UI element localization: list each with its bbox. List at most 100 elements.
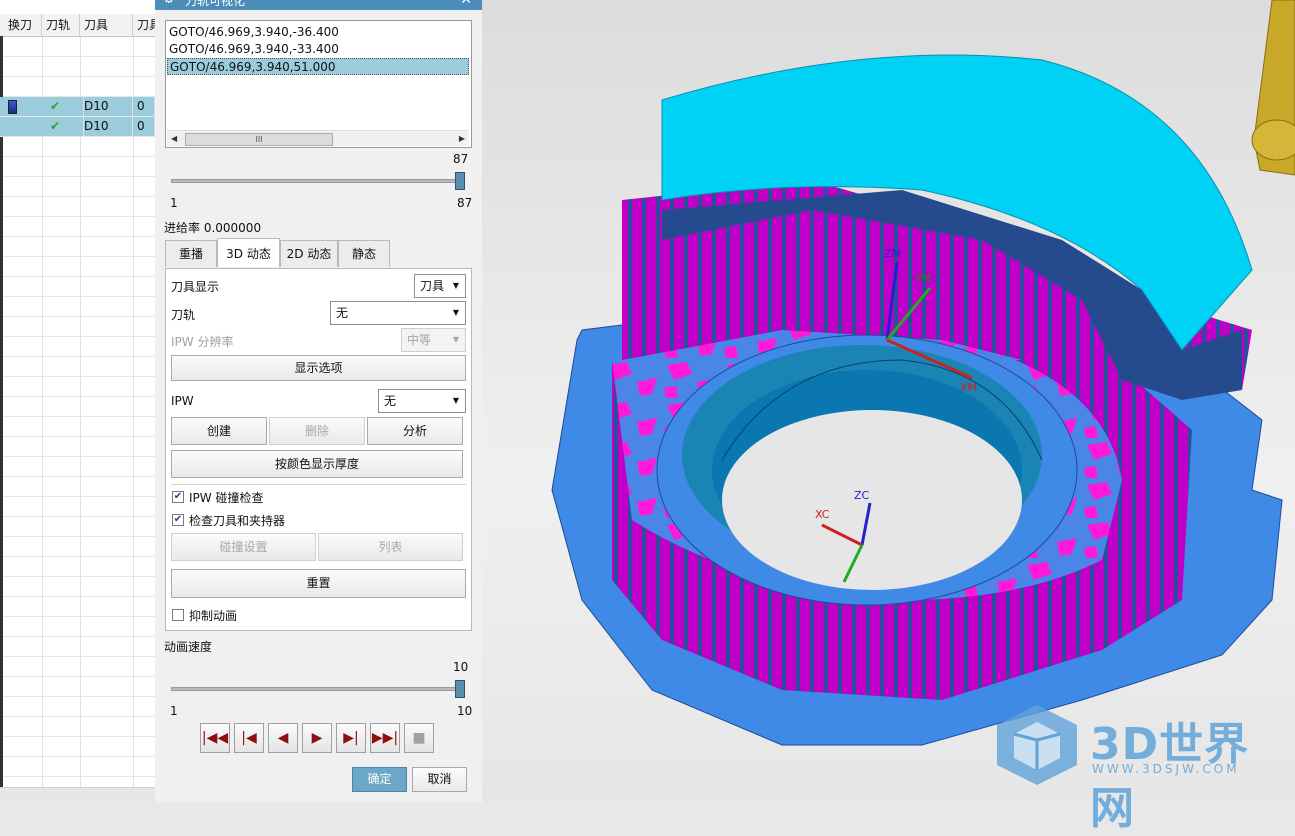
grid-line xyxy=(80,757,81,776)
cancel-button[interactable]: 取消 xyxy=(412,767,467,792)
list-button[interactable]: 列表 xyxy=(318,533,463,561)
scroll-thumb[interactable]: III xyxy=(185,133,333,146)
speed-slider-thumb[interactable] xyxy=(455,680,465,698)
empty-row xyxy=(0,677,155,697)
fast-forward-button[interactable]: ▶▶| xyxy=(370,723,400,753)
line-slider-max: 87 xyxy=(457,196,473,210)
grid-line xyxy=(42,137,43,156)
ipw-resolution-dropdown[interactable]: 中等 ▼ xyxy=(401,328,466,352)
grid-line xyxy=(80,377,81,396)
tool-number-cell: 0 xyxy=(133,97,155,116)
speed-slider-track[interactable] xyxy=(171,687,465,691)
toolpath-dropdown[interactable]: 无 ▼ xyxy=(330,301,466,325)
play-reverse-button[interactable]: ◀ xyxy=(268,723,298,753)
grid-line xyxy=(80,417,81,436)
grid-line xyxy=(42,217,43,236)
empty-row xyxy=(0,657,155,677)
check-tool-holder-checkbox[interactable]: ✔ xyxy=(172,514,184,526)
create-button[interactable]: 创建 xyxy=(171,417,267,445)
grid-line xyxy=(133,477,134,496)
stop-button[interactable]: ■ xyxy=(404,723,434,753)
list-item[interactable]: GOTO/46.969,3.940,-33.400 xyxy=(167,41,469,58)
empty-row xyxy=(0,737,155,757)
empty-row xyxy=(0,537,155,557)
cube-logo-icon xyxy=(997,705,1077,785)
line-slider-track[interactable] xyxy=(171,179,465,183)
step-forward-button[interactable]: ▶| xyxy=(336,723,366,753)
play-reverse-icon: ◀ xyxy=(277,730,289,746)
grid-line xyxy=(133,737,134,756)
header-tool-number[interactable]: 刀具 xyxy=(133,14,155,36)
header-tool-change[interactable]: 换刀 xyxy=(4,14,42,36)
thickness-by-color-button[interactable]: 按颜色显示厚度 xyxy=(171,450,463,478)
grid-line xyxy=(80,77,81,96)
grid-line xyxy=(133,617,134,636)
watermark-url: WWW.3DSJW.COM xyxy=(1092,762,1240,776)
dialog-title-bar[interactable]: ⚙ 刀轨可视化 ✕ xyxy=(155,0,482,10)
zc-axis-label: ZC xyxy=(854,489,870,502)
graphics-viewport[interactable]: ZM YM XM ZC XC xyxy=(482,0,1295,802)
grid-line xyxy=(80,217,81,236)
grid-line xyxy=(133,197,134,216)
grid-line xyxy=(80,277,81,296)
tab-replay[interactable]: 重播 xyxy=(165,240,217,267)
ok-button[interactable]: 确定 xyxy=(352,767,407,792)
grid-line xyxy=(42,357,43,376)
toolpath-listbox[interactable]: GOTO/46.969,3.940,-36.400 GOTO/46.969,3.… xyxy=(165,20,472,148)
grid-line xyxy=(133,177,134,196)
reset-button[interactable]: 重置 xyxy=(171,569,466,598)
scroll-left-icon[interactable]: ◀ xyxy=(171,131,177,146)
list-item[interactable]: GOTO/46.969,3.940,-36.400 xyxy=(167,24,469,41)
grid-line xyxy=(80,437,81,456)
grid-line xyxy=(80,737,81,756)
tool-display-dropdown[interactable]: 刀具 ▼ xyxy=(414,274,466,298)
grid-line xyxy=(42,57,43,76)
line-slider-thumb[interactable] xyxy=(455,172,465,190)
list-item-selected[interactable]: GOTO/46.969,3.940,51.000 xyxy=(167,58,469,75)
grid-line xyxy=(80,577,81,596)
grid-line xyxy=(80,317,81,336)
zm-axis-label: ZM xyxy=(884,247,902,260)
delete-button[interactable]: 删除 xyxy=(269,417,365,445)
grid-line xyxy=(80,697,81,716)
table-row[interactable]: ✔ D10 0 xyxy=(0,97,155,117)
header-toolpath[interactable]: 刀轨 xyxy=(42,14,80,36)
grid-line xyxy=(80,517,81,536)
suppress-animation-checkbox[interactable] xyxy=(172,609,184,621)
grid-line xyxy=(133,597,134,616)
scroll-right-icon[interactable]: ▶ xyxy=(459,131,465,146)
empty-row xyxy=(0,717,155,737)
speed-slider-max: 10 xyxy=(457,704,473,718)
grid-line xyxy=(133,77,134,96)
collision-settings-button[interactable]: 碰撞设置 xyxy=(171,533,316,561)
play-button[interactable]: ▶ xyxy=(302,723,332,753)
tab-static[interactable]: 静态 xyxy=(338,240,390,267)
grid-line xyxy=(42,317,43,336)
grid-line xyxy=(42,617,43,636)
grid-line xyxy=(133,237,134,256)
step-back-button[interactable]: |◀ xyxy=(234,723,264,753)
analyze-button[interactable]: 分析 xyxy=(367,417,463,445)
tab-2d-dynamic[interactable]: 2D 动态 xyxy=(280,240,338,267)
table-row[interactable]: ✔ D10 0 xyxy=(0,117,155,137)
listbox-horizontal-scrollbar[interactable]: ◀ III ▶ xyxy=(167,130,469,146)
grid-line xyxy=(133,577,134,596)
tab-3d-dynamic[interactable]: 3D 动态 xyxy=(217,238,280,267)
separator xyxy=(171,484,466,485)
display-options-button[interactable]: 显示选项 xyxy=(171,355,466,381)
ipw-dropdown[interactable]: 无 ▼ xyxy=(378,389,466,413)
operation-navigator: 换刀 刀轨 刀具 刀具 ✔ D10 0 ✔ D10 0 xyxy=(0,0,156,802)
empty-row xyxy=(0,497,155,517)
header-tool[interactable]: 刀具 xyxy=(80,14,133,36)
navigator-scrollbar[interactable] xyxy=(0,787,155,802)
grid-line xyxy=(80,177,81,196)
rewind-to-start-button[interactable]: |◀◀ xyxy=(200,723,230,753)
ipw-collision-checkbox[interactable]: ✔ xyxy=(172,491,184,503)
grid-line xyxy=(42,637,43,656)
empty-row xyxy=(0,417,155,437)
close-icon[interactable]: ✕ xyxy=(460,0,472,8)
grid-line xyxy=(133,677,134,696)
grid-line xyxy=(80,57,81,76)
tool-cell: D10 xyxy=(80,117,133,136)
stop-icon: ■ xyxy=(412,730,426,746)
